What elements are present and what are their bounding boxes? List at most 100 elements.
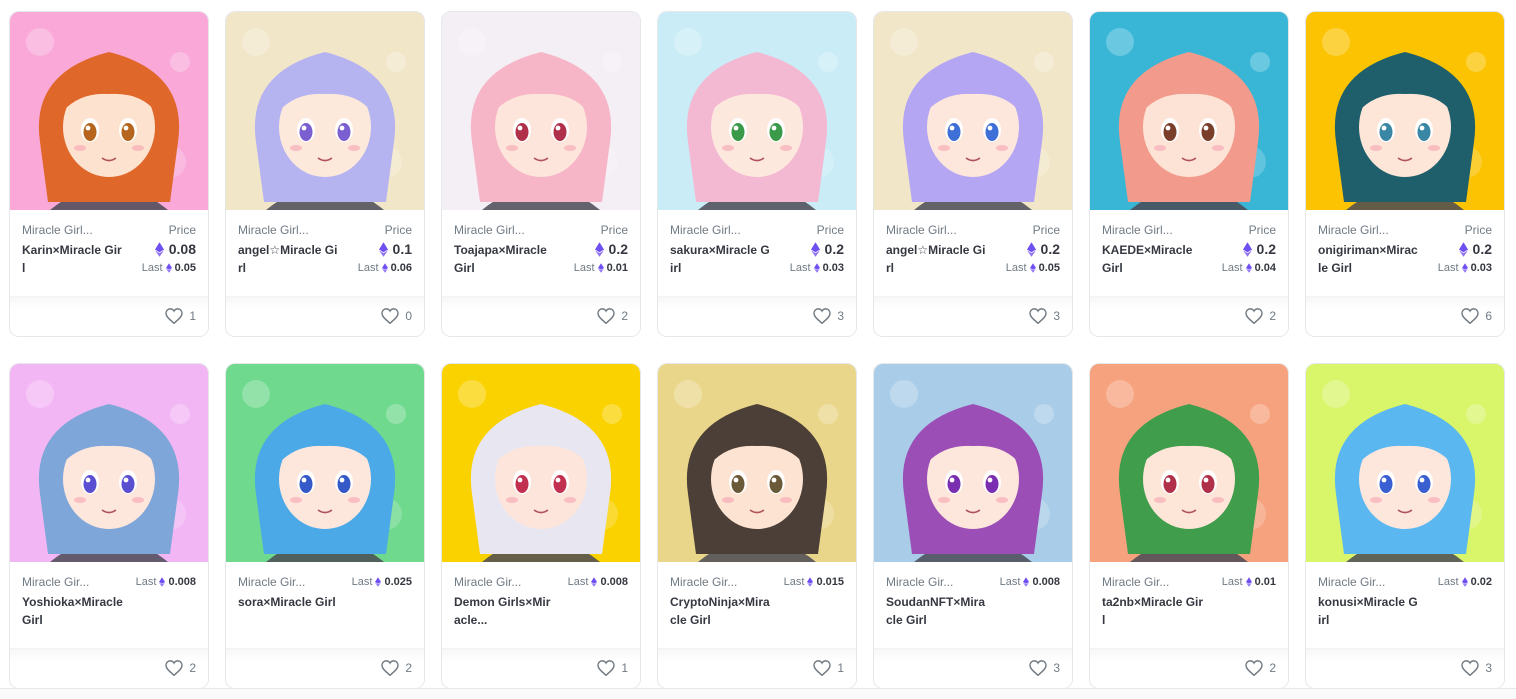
favorite-button[interactable]: 2 — [597, 308, 628, 324]
nft-title[interactable]: Demon Girls×Miracle... — [454, 593, 556, 629]
collection-name[interactable]: Miracle Gir... — [670, 575, 737, 589]
favorite-button[interactable]: 1 — [597, 660, 628, 676]
nft-image[interactable] — [10, 364, 208, 562]
nft-card[interactable]: Miracle Gir... SoudanNFT×Miracle Girl La… — [873, 363, 1073, 689]
price-label: Price — [384, 223, 412, 237]
favorite-button[interactable]: 3 — [813, 308, 844, 324]
nft-info: Miracle Gir... SoudanNFT×Miracle Girl La… — [874, 562, 1072, 648]
favorite-button[interactable]: 2 — [165, 660, 196, 676]
nft-card[interactable]: Miracle Gir... Demon Girls×Miracle... La… — [441, 363, 641, 689]
nft-image[interactable] — [442, 12, 640, 210]
favorite-button[interactable]: 1 — [813, 660, 844, 676]
collection-name[interactable]: Miracle Gir... — [454, 575, 521, 589]
collection-name[interactable]: Miracle Gir... — [1318, 575, 1385, 589]
nft-image[interactable] — [1306, 364, 1504, 562]
nft-title[interactable]: ta2nb×Miracle Girl — [1102, 593, 1204, 629]
favorite-button[interactable]: 2 — [1245, 308, 1276, 324]
favorite-button[interactable]: 1 — [165, 308, 196, 324]
collection-name[interactable]: Miracle Gir... — [22, 575, 89, 589]
nft-title[interactable]: KAEDE×Miracle Girl — [1102, 241, 1204, 277]
favorite-button[interactable]: 3 — [1029, 308, 1060, 324]
collection-name[interactable]: Miracle Girl... — [670, 223, 741, 237]
nft-card[interactable]: Miracle Gir... CryptoNinja×Miracle Girl … — [657, 363, 857, 689]
favorite-count: 1 — [189, 309, 196, 323]
nft-image[interactable] — [1090, 364, 1288, 562]
heart-icon[interactable] — [597, 308, 616, 324]
collection-name[interactable]: Miracle Gir... — [1102, 575, 1169, 589]
heart-icon[interactable] — [165, 308, 184, 324]
nft-title[interactable]: onigiriman×Miracle Girl — [1318, 241, 1420, 277]
nft-title[interactable]: konusi×Miracle Girl — [1318, 593, 1420, 629]
favorite-button[interactable]: 2 — [1245, 660, 1276, 676]
nft-image[interactable] — [226, 12, 424, 210]
price-amount: 0.2 — [1256, 241, 1276, 257]
nft-card[interactable]: Miracle Gir... Yoshioka×Miracle Girl Las… — [9, 363, 209, 689]
heart-icon[interactable] — [1461, 660, 1480, 676]
heart-icon[interactable] — [1245, 660, 1264, 676]
nft-card[interactable]: Miracle Girl... angel☆Miracle Girl Price… — [225, 11, 425, 337]
heart-icon[interactable] — [1029, 660, 1048, 676]
collection-name[interactable]: Miracle Girl... — [238, 223, 309, 237]
favorite-count: 1 — [621, 661, 628, 675]
nft-title[interactable]: Karin×Miracle Girl — [22, 241, 124, 277]
heart-icon[interactable] — [381, 308, 400, 324]
nft-image[interactable] — [226, 364, 424, 562]
nft-image[interactable] — [1090, 12, 1288, 210]
collection-name[interactable]: Miracle Girl... — [454, 223, 525, 237]
heart-icon[interactable] — [813, 660, 832, 676]
nft-card-grid: Miracle Girl... Karin×Miracle Girl Price… — [9, 11, 1505, 689]
nft-card[interactable]: Miracle Gir... ta2nb×Miracle Girl Last 0… — [1089, 363, 1289, 689]
nft-title[interactable]: SoudanNFT×Miracle Girl — [886, 593, 988, 629]
nft-title[interactable]: Yoshioka×Miracle Girl — [22, 593, 124, 629]
collection-name[interactable]: Miracle Gir... — [238, 575, 305, 589]
collection-name[interactable]: Miracle Gir... — [886, 575, 953, 589]
last-amount: 0.05 — [174, 262, 196, 274]
price-value: 0.2 — [594, 241, 628, 257]
nft-title[interactable]: CryptoNinja×Miracle Girl — [670, 593, 772, 629]
nft-image[interactable] — [658, 364, 856, 562]
ethereum-icon — [159, 577, 166, 587]
nft-title[interactable]: sora×Miracle Girl — [238, 593, 340, 629]
nft-image[interactable] — [874, 364, 1072, 562]
nft-card[interactable]: Miracle Girl... Karin×Miracle Girl Price… — [9, 11, 209, 337]
heart-icon[interactable] — [1245, 308, 1264, 324]
nft-info: Miracle Girl... KAEDE×Miracle Girl Price… — [1090, 210, 1288, 296]
collection-name[interactable]: Miracle Girl... — [1102, 223, 1173, 237]
collection-name[interactable]: Miracle Girl... — [886, 223, 957, 237]
nft-card[interactable]: Miracle Girl... sakura×Miracle Girl Pric… — [657, 11, 857, 337]
favorite-button[interactable]: 2 — [381, 660, 412, 676]
nft-image[interactable] — [1306, 12, 1504, 210]
heart-icon[interactable] — [381, 660, 400, 676]
last-label: Last — [567, 576, 589, 588]
nft-card[interactable]: Miracle Girl... Toajapa×Miracle Girl Pri… — [441, 11, 641, 337]
favorite-button[interactable]: 6 — [1461, 308, 1492, 324]
heart-icon[interactable] — [1029, 308, 1048, 324]
heart-icon[interactable] — [597, 660, 616, 676]
nft-image[interactable] — [658, 12, 856, 210]
collection-name[interactable]: Miracle Girl... — [1318, 223, 1389, 237]
card-footer: 3 — [874, 296, 1072, 336]
last-amount: 0.02 — [1470, 576, 1492, 588]
nft-card[interactable]: Miracle Girl... angel☆Miracle Girl Price… — [873, 11, 1073, 337]
last-sale: Last 0.05 — [1006, 262, 1060, 274]
nft-title[interactable]: sakura×Miracle Girl — [670, 241, 772, 277]
collection-name[interactable]: Miracle Girl... — [22, 223, 93, 237]
nft-image[interactable] — [10, 12, 208, 210]
nft-artwork — [1306, 12, 1504, 210]
nft-image[interactable] — [874, 12, 1072, 210]
nft-image[interactable] — [442, 364, 640, 562]
nft-title[interactable]: Toajapa×Miracle Girl — [454, 241, 556, 277]
favorite-button[interactable]: 0 — [381, 308, 412, 324]
favorite-button[interactable]: 3 — [1029, 660, 1060, 676]
heart-icon[interactable] — [165, 660, 184, 676]
nft-card[interactable]: Miracle Gir... konusi×Miracle Girl Last … — [1305, 363, 1505, 689]
nft-title[interactable]: angel☆Miracle Girl — [886, 241, 988, 277]
nft-card[interactable]: Miracle Girl... KAEDE×Miracle Girl Price… — [1089, 11, 1289, 337]
nft-card[interactable]: Miracle Girl... onigiriman×Miracle Girl … — [1305, 11, 1505, 337]
nft-card[interactable]: Miracle Gir... sora×Miracle Girl Last 0.… — [225, 363, 425, 689]
heart-icon[interactable] — [813, 308, 832, 324]
favorite-button[interactable]: 3 — [1461, 660, 1492, 676]
heart-icon[interactable] — [1461, 308, 1480, 324]
nft-title[interactable]: angel☆Miracle Girl — [238, 241, 340, 277]
ethereum-icon — [591, 577, 598, 587]
